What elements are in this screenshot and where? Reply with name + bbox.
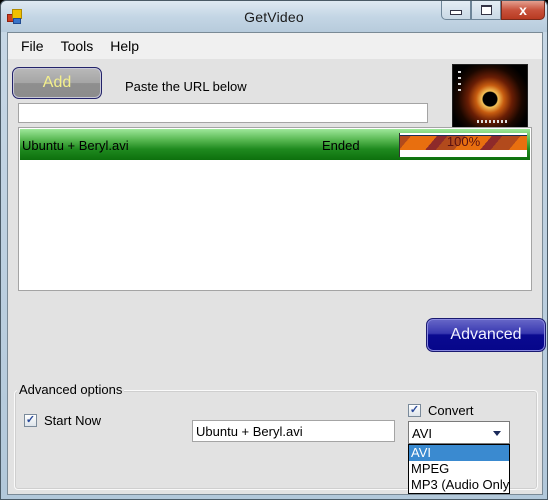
convert-checkbox[interactable]: ✓ <box>408 404 421 417</box>
maximize-button[interactable] <box>471 1 501 20</box>
menu-file[interactable]: File <box>14 38 51 54</box>
advanced-options-title: Advanced options <box>17 382 125 397</box>
chevron-down-icon[interactable] <box>493 431 501 436</box>
convert-label: Convert <box>428 403 474 418</box>
add-button[interactable]: Add <box>12 67 102 99</box>
title-bar[interactable]: GetVideo x <box>1 1 547 32</box>
format-selected-value: AVI <box>412 426 432 441</box>
video-thumbnail <box>452 64 528 128</box>
format-option-mpeg[interactable]: MPEG <box>409 461 509 477</box>
start-now-option[interactable]: ✓ Start Now <box>24 413 101 428</box>
app-window: GetVideo x File Tools Help Add Paste the… <box>0 0 548 500</box>
advanced-button[interactable]: Advanced <box>426 318 546 352</box>
menu-bar: File Tools Help <box>8 33 542 59</box>
window-controls: x <box>441 1 545 22</box>
start-now-checkbox[interactable]: ✓ <box>24 414 37 427</box>
close-button[interactable]: x <box>501 1 545 20</box>
client-area: File Tools Help Add Paste the URL below … <box>7 32 546 495</box>
minimize-button[interactable] <box>441 1 471 20</box>
download-row[interactable]: Ubuntu + Beryl.avi Ended 100% <box>20 129 530 160</box>
paste-url-label: Paste the URL below <box>125 79 247 94</box>
progress-label: 100% <box>446 134 481 149</box>
download-filename: Ubuntu + Beryl.avi <box>22 138 129 153</box>
menu-tools[interactable]: Tools <box>54 38 101 54</box>
download-status: Ended <box>322 138 360 153</box>
checkmark-icon: ✓ <box>409 404 420 416</box>
convert-option[interactable]: ✓ Convert <box>408 403 474 418</box>
menu-help[interactable]: Help <box>103 38 146 54</box>
url-input[interactable] <box>18 103 428 123</box>
download-progress-bar: 100% <box>399 133 527 157</box>
format-option-avi[interactable]: AVI <box>409 445 509 461</box>
maximize-icon <box>480 5 492 15</box>
format-dropdown-list: AVI MPEG MP3 (Audio Only) <box>408 444 510 494</box>
format-option-mp3[interactable]: MP3 (Audio Only) <box>409 477 509 493</box>
download-list[interactable]: Ubuntu + Beryl.avi Ended 100% <box>18 127 532 291</box>
start-now-label: Start Now <box>44 413 102 428</box>
checkmark-icon: ✓ <box>25 414 36 426</box>
minimize-icon <box>450 10 462 15</box>
close-icon: x <box>519 2 527 18</box>
format-select[interactable]: AVI <box>408 421 510 444</box>
output-filename-input[interactable] <box>192 420 395 442</box>
